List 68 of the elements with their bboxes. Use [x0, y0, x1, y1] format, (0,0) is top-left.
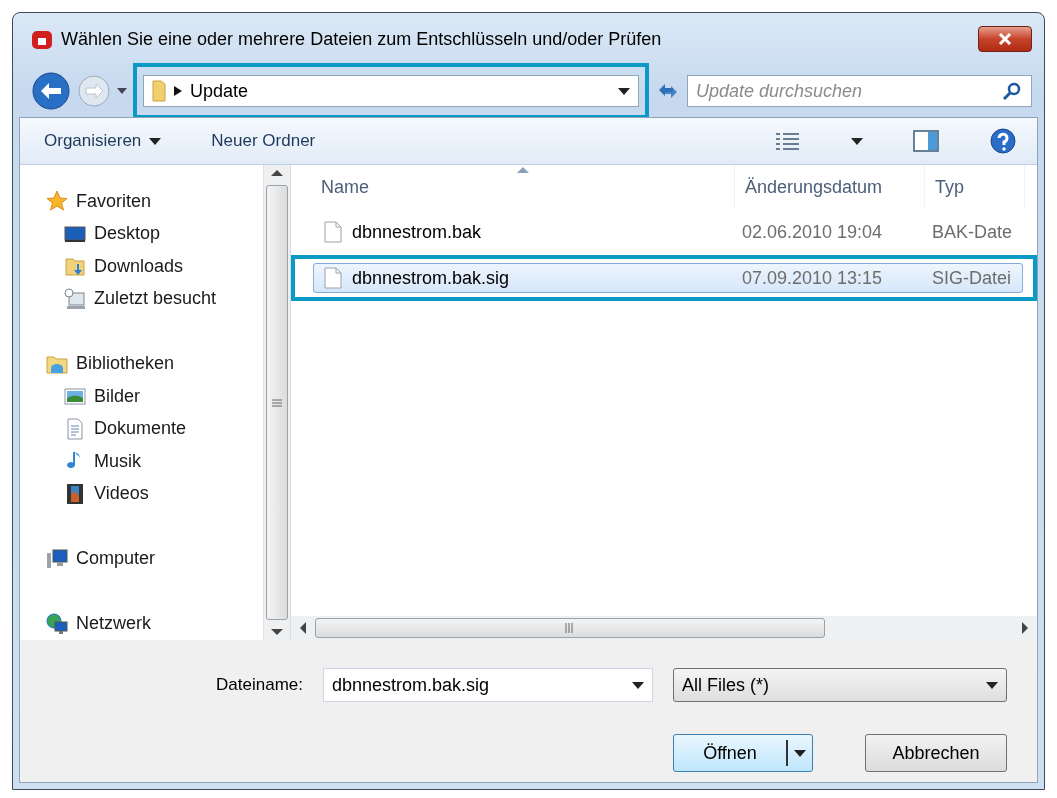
filename-field[interactable]: dbnnestrom.bak.sig	[323, 668, 653, 702]
file-row[interactable]: dbnnestrom.bak.sig 07.09.2010 13:15 SIG-Datei	[313, 263, 1023, 293]
caret-icon	[986, 681, 998, 689]
scroll-left-icon[interactable]	[299, 622, 309, 634]
film-icon	[64, 482, 86, 505]
computer-icon	[46, 547, 68, 570]
table-cell-text: SIG-Datei	[931, 267, 1013, 289]
sidebar-item[interactable]: Zuletzt besucht	[46, 282, 263, 315]
toolbar-button[interactable]: Neuer Ordner	[211, 131, 316, 151]
sidebar-item[interactable]: Videos	[46, 477, 263, 510]
sidebar-item[interactable]: Favoriten	[46, 185, 263, 218]
sidebar-item[interactable]: Musik	[46, 445, 263, 478]
scrollbar[interactable]	[291, 616, 1037, 640]
sidebar-item[interactable]: Netzwerk	[46, 607, 263, 640]
scroll-thumb[interactable]	[266, 185, 288, 620]
scrollbar[interactable]	[263, 165, 290, 640]
chevron-icon	[174, 86, 182, 96]
grip-icon	[272, 398, 282, 407]
computer-icon	[64, 287, 86, 310]
file-row[interactable]: dbnnestrom.bak 02.06.2010 19:04 BAK-Date	[313, 217, 1023, 247]
preview-pane-icon[interactable]	[913, 130, 939, 152]
address-bar[interactable]: Update	[143, 75, 639, 107]
document-icon	[64, 417, 86, 440]
search-icon[interactable]	[1002, 81, 1022, 101]
table-cell-text: 02.06.2010 19:04	[741, 221, 884, 243]
open-button[interactable]: Öffnen	[673, 734, 813, 772]
picture-icon	[64, 385, 86, 408]
breadcrumb[interactable]: Update	[190, 80, 610, 102]
history-dropdown-icon[interactable]	[117, 88, 127, 94]
table-cell-text: 07.09.2010 13:15	[741, 267, 884, 289]
dropdown-caret-icon	[618, 87, 630, 95]
sort-arrow-icon	[517, 167, 529, 173]
view-menu-caret-icon	[851, 137, 863, 145]
sidebar-item[interactable]: Bibliotheken	[46, 347, 263, 380]
cancel-button[interactable]: Abbrechen	[865, 734, 1007, 772]
close-icon	[998, 33, 1012, 45]
globe-icon	[46, 612, 68, 635]
field-label: Dateiname:	[216, 675, 303, 695]
table-cell: dbnnestrom.bak	[314, 221, 732, 243]
toolbar-button[interactable]: Organisieren	[44, 131, 162, 151]
star-icon	[46, 190, 68, 213]
sidebar-item[interactable]: Computer	[46, 542, 263, 575]
sidebar-item[interactable]: Desktop	[46, 217, 263, 250]
folder-icon	[152, 80, 166, 102]
file-icon	[324, 267, 342, 289]
column-header[interactable]: Name	[291, 165, 735, 209]
file-icon	[324, 221, 342, 243]
column-header[interactable]: Änderungsdatum	[735, 165, 925, 209]
sidebar-item[interactable]: Bilder	[46, 380, 263, 413]
close-button[interactable]	[978, 26, 1032, 52]
search-field[interactable]: Update durchsuchen	[687, 75, 1032, 107]
table-cell: dbnnestrom.bak.sig	[314, 267, 732, 289]
caret-icon	[632, 681, 644, 689]
scroll-thumb[interactable]	[315, 618, 825, 638]
sidebar-item[interactable]: Downloads	[46, 250, 263, 283]
folder-icon	[64, 255, 86, 278]
window-title: Wählen Sie eine oder mehrere Dateien zum Entschlüsseln und/oder Prüfen	[61, 28, 663, 50]
file-type-dropdown[interactable]: All Files (*)	[673, 668, 1007, 702]
column-header[interactable]: Typ	[925, 165, 1025, 209]
grip-icon	[565, 623, 575, 633]
split-caret-icon	[794, 749, 806, 757]
app-icon	[31, 28, 53, 50]
help-icon[interactable]	[989, 127, 1017, 155]
view-list-icon[interactable]	[775, 131, 801, 151]
sidebar-item[interactable]: Dokumente	[46, 412, 263, 445]
back-button[interactable]	[31, 71, 71, 111]
scroll-right-icon[interactable]	[1019, 622, 1029, 634]
table-cell-text: BAK-Date	[931, 221, 1014, 243]
